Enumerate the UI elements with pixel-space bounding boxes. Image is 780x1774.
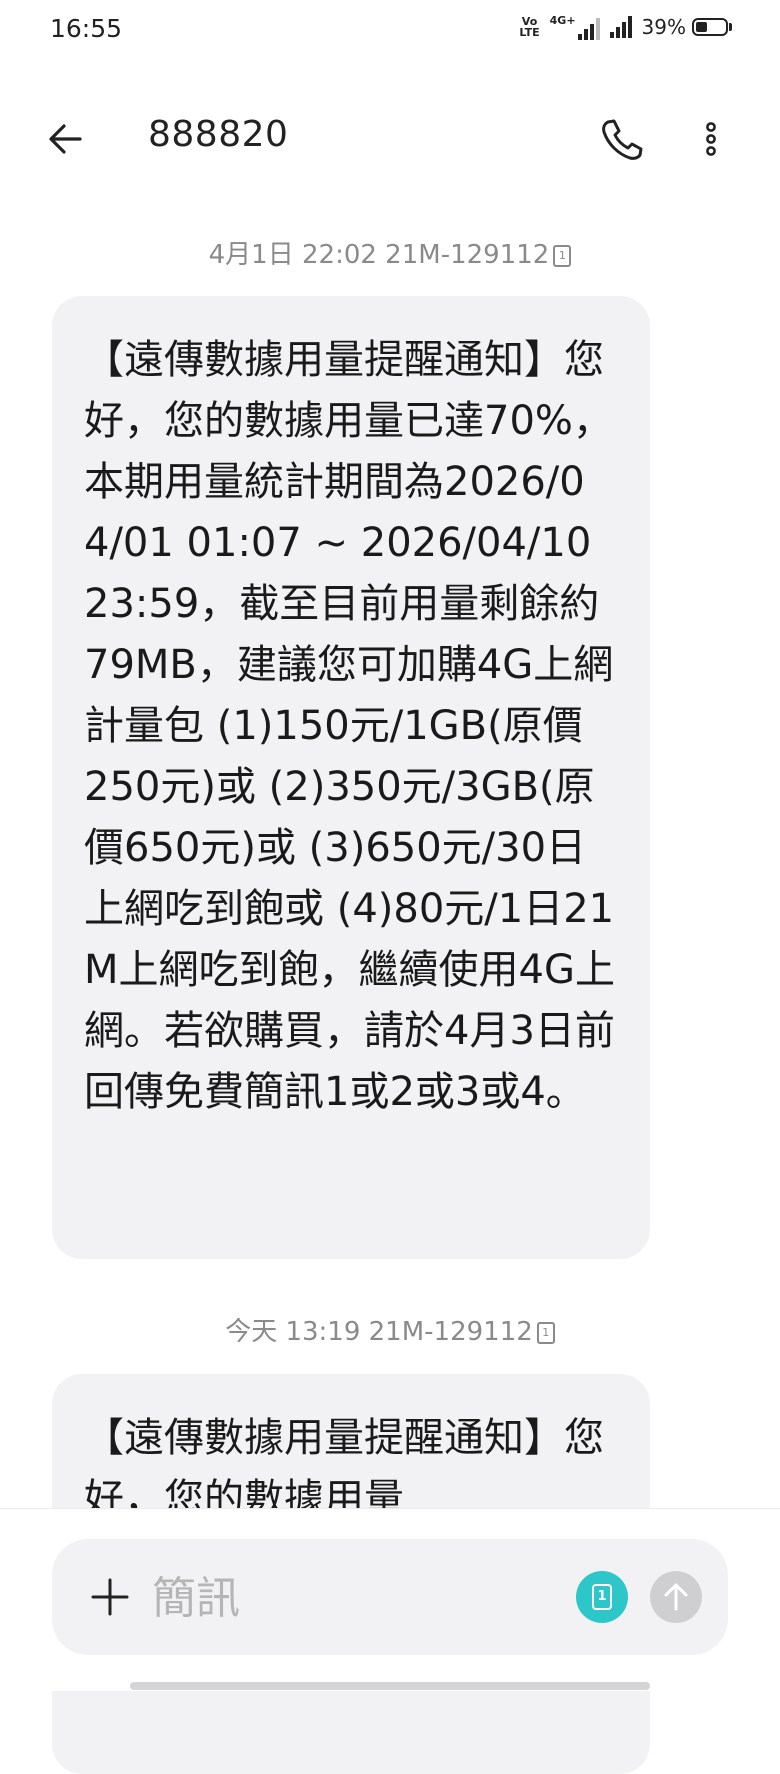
- message-meta-text: 4月1日 22:02 21M-129112: [208, 240, 550, 270]
- battery-percent: 39%: [641, 15, 686, 39]
- sim-card-icon: 1: [592, 1584, 612, 1610]
- composer-area: 1: [0, 1508, 780, 1691]
- sim-select-button[interactable]: 1: [576, 1571, 628, 1623]
- status-time: 16:55: [50, 14, 123, 43]
- sim-card-icon: 1: [553, 244, 572, 267]
- battery-icon: [692, 18, 728, 36]
- sim-card-icon: 1: [536, 1321, 555, 1344]
- volte-icon: Vo LTE: [519, 15, 540, 39]
- arrow-up-icon: [664, 1583, 688, 1611]
- network-type-label: 4G+: [549, 14, 576, 27]
- home-indicator[interactable]: [130, 1682, 650, 1690]
- message-timestamp: 今天 13:19 21M-129112 1: [0, 1311, 780, 1348]
- battery-indicator: 39%: [642, 15, 732, 39]
- message-input[interactable]: [150, 1563, 554, 1633]
- call-button[interactable]: [594, 112, 648, 166]
- arrow-left-icon: [49, 124, 82, 154]
- attach-button[interactable]: [84, 1571, 136, 1623]
- contact-title: 888820: [148, 114, 289, 155]
- composer-bar: 1: [52, 1539, 728, 1655]
- plus-icon: [91, 1578, 129, 1616]
- message-bubble[interactable]: 【遠傳數據用量提醒通知】您好，您的數據用量已達70%，本期用量統計期間為2026…: [52, 296, 650, 1259]
- conversation-header: 888820: [0, 90, 780, 186]
- more-options-button[interactable]: [684, 112, 738, 166]
- back-button[interactable]: [40, 112, 94, 166]
- signal-icon: [609, 16, 632, 38]
- network-4g-icon: 4G+: [550, 14, 600, 40]
- message-timestamp: 4月1日 22:02 21M-129112 1: [0, 234, 780, 271]
- message-meta-text: 今天 13:19 21M-129112: [225, 1317, 533, 1347]
- status-bar: 16:55 Vo LTE 4G+ 39%: [0, 0, 780, 60]
- phone-icon: [602, 119, 643, 160]
- send-button[interactable]: [650, 1571, 702, 1623]
- more-vertical-icon: [706, 122, 716, 156]
- status-icons: Vo LTE 4G+ 39%: [519, 14, 732, 40]
